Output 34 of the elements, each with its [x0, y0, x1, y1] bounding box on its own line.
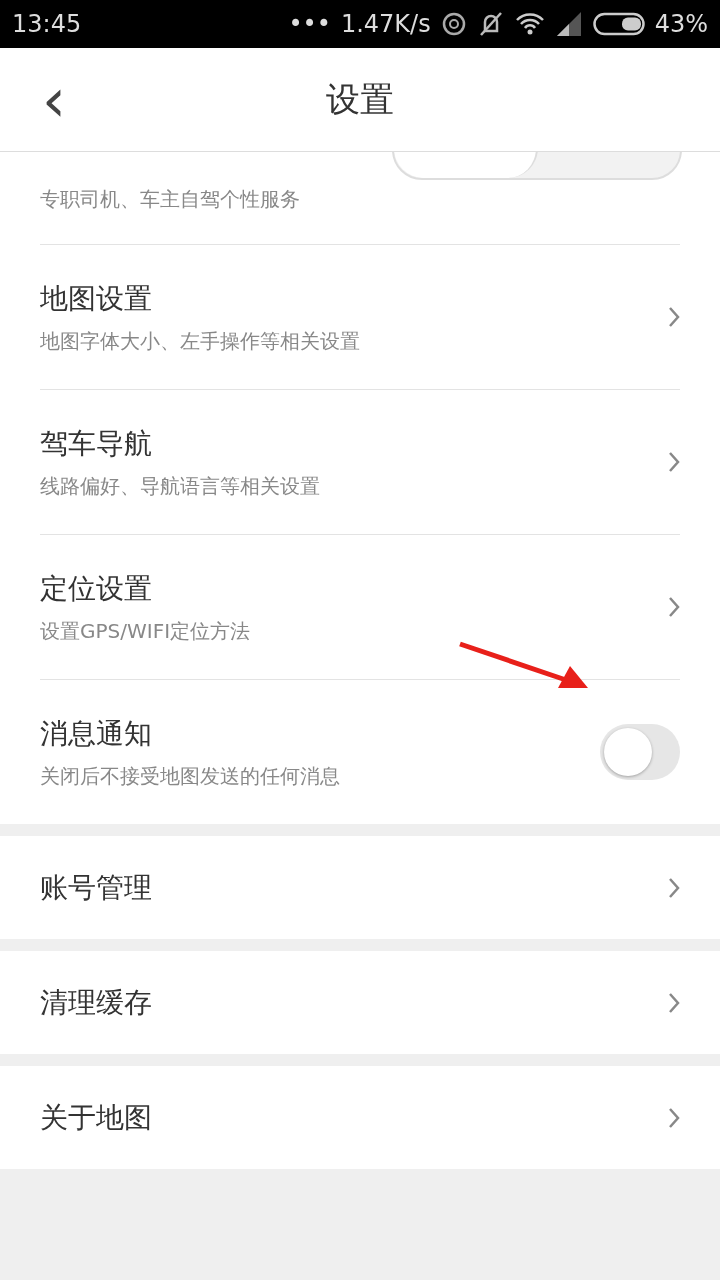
row-title: 地图设置 [40, 280, 153, 317]
settings-row[interactable]: 账号管理 [40, 836, 680, 939]
clock: 13:45 [12, 10, 82, 38]
chevron-icon [668, 596, 680, 618]
settings-row[interactable]: 地图设置 地图字体大小、左手操作等相关设置 [40, 244, 680, 389]
battery-percent: 43% [654, 10, 708, 38]
settings-row[interactable]: 关于地图 [40, 1066, 680, 1169]
chevron-icon [668, 1106, 680, 1129]
chevron-icon [668, 991, 680, 1014]
settings-row[interactable]: 驾车导航 线路偏好、导航语言等相关设置 [40, 389, 680, 534]
hotspot-icon [440, 11, 467, 37]
row-title: 关于地图 [40, 1099, 153, 1136]
settings-row[interactable]: 消息通知 关闭后不接受地图发送的任何消息 [40, 679, 680, 824]
wifi-icon [514, 12, 545, 36]
settings-row[interactable]: 清理缓存 [40, 951, 680, 1054]
chevron-icon [668, 306, 680, 328]
notification-dots: ••• [288, 10, 331, 38]
back-button[interactable]: ‹ [14, 59, 94, 140]
page-title: 设置 [326, 77, 394, 121]
battery-icon [592, 11, 645, 37]
chevron-icon [668, 451, 680, 473]
row-title: 定位设置 [40, 570, 153, 607]
row-subtitle: 线路偏好、导航语言等相关设置 [40, 472, 321, 500]
chevron-icon [668, 876, 680, 899]
toggle-switch[interactable] [600, 724, 680, 780]
row-title: 账号管理 [40, 869, 153, 906]
row-title: 清理缓存 [40, 984, 153, 1021]
row-subtitle: 设置GPS/WIFI定位方法 [40, 617, 252, 645]
row-title: 驾车导航 [40, 425, 153, 462]
network-speed: 1.47K/s [340, 10, 431, 38]
row-title: 消息通知 [40, 715, 153, 752]
row-subtitle: 专职司机、车主自驾个性服务 [40, 186, 300, 213]
row-subtitle: 地图字体大小、左手操作等相关设置 [40, 327, 361, 355]
row-subtitle: 关闭后不接受地图发送的任何消息 [40, 762, 341, 790]
